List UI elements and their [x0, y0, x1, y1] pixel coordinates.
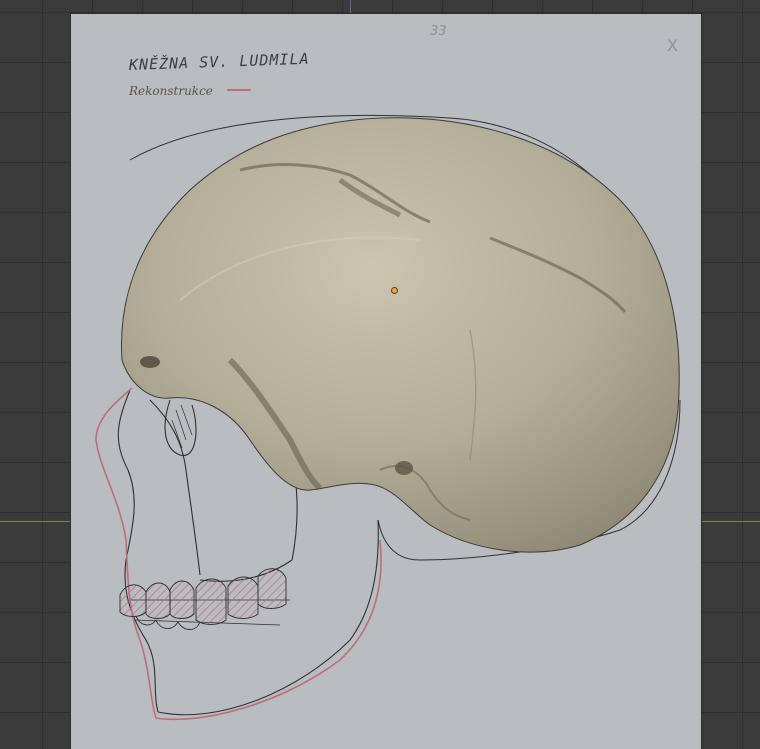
3d-viewport[interactable]: 33 X KNĚŽNA SV. LUDMILA Rekonstrukce: [0, 0, 760, 749]
skull-3d-model: [121, 117, 680, 553]
object-origin-point[interactable]: [391, 287, 398, 294]
skull-drawing: [95, 114, 681, 721]
